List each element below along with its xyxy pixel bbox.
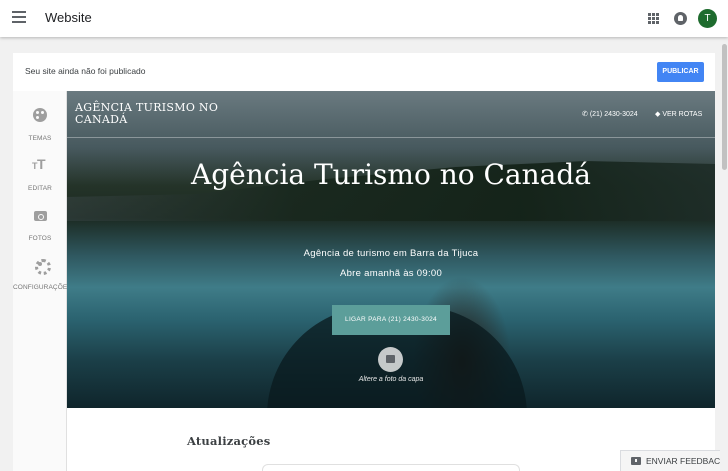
- tool-photos[interactable]: FOTOS: [13, 208, 67, 245]
- menu-icon[interactable]: [12, 11, 26, 25]
- hero-subtitle: Agência de turismo em Barra da Tijuca: [303, 248, 479, 259]
- send-feedback-button[interactable]: ENVIAR FEEDBACK: [620, 450, 728, 471]
- publish-button[interactable]: PUBLICAR: [657, 62, 704, 82]
- unpublished-notice-text: Seu site ainda não foi publicado: [25, 66, 146, 76]
- photo-icon: [386, 355, 395, 363]
- hero-phone-link[interactable]: ✆ (21) 2430-3024: [582, 110, 638, 118]
- update-card[interactable]: [262, 464, 520, 471]
- hero-directions-link[interactable]: ◆ VER ROTAS: [655, 110, 702, 118]
- tool-settings-label: CONFIGURAÇÕES: [13, 284, 72, 291]
- tool-settings[interactable]: CONFIGURAÇÕES: [13, 257, 72, 294]
- tool-edit[interactable]: EDITAR: [13, 156, 67, 195]
- tool-themes[interactable]: TEMAS: [13, 108, 67, 145]
- unpublished-notice-bar: Seu site ainda não foi publicado PUBLICA…: [13, 53, 715, 91]
- hero-cover: AGÊNCIA TURISMO NO CANADÁ ✆ (21) 2430-30…: [67, 91, 715, 408]
- top-app-bar: Website T: [0, 0, 728, 37]
- send-feedback-label: ENVIAR FEEDBACK: [646, 456, 726, 466]
- hero-phone-text: (21) 2430-3024: [589, 111, 638, 118]
- hero-divider: [67, 137, 715, 138]
- call-button[interactable]: LIGAR PARA (21) 2430-3024: [332, 305, 450, 335]
- tool-photos-label: FOTOS: [28, 235, 52, 242]
- change-cover-label[interactable]: Altere a foto da capa: [291, 376, 491, 383]
- change-cover-button[interactable]: [378, 347, 403, 372]
- add-photo-icon: [33, 208, 47, 222]
- page-scrollbar[interactable]: [720, 37, 728, 471]
- hero-hours: Abre amanhã às 09:00: [339, 268, 443, 279]
- tool-rail: TEMAS EDITAR FOTOS CONFIGURAÇÕES: [13, 91, 72, 471]
- apps-grid-icon[interactable]: [648, 13, 659, 24]
- feedback-icon: [631, 457, 641, 465]
- updates-heading: Atualizações: [187, 434, 271, 448]
- hero-directions-text: VER ROTAS: [662, 111, 703, 118]
- app-title: Website: [45, 10, 92, 25]
- hero-title: Agência Turismo no Canadá: [191, 158, 591, 191]
- text-size-icon: [32, 156, 47, 172]
- gear-icon: [33, 257, 51, 275]
- notifications-icon[interactable]: [674, 12, 687, 25]
- palette-icon: [33, 108, 47, 122]
- hero-brand-name: AGÊNCIA TURISMO NO CANADÁ: [75, 101, 219, 126]
- avatar[interactable]: T: [698, 9, 717, 28]
- updates-section: Atualizações: [67, 408, 715, 471]
- tool-themes-label: TEMAS: [28, 135, 52, 142]
- scrollbar-thumb[interactable]: [722, 44, 727, 170]
- tool-edit-label: EDITAR: [28, 185, 52, 192]
